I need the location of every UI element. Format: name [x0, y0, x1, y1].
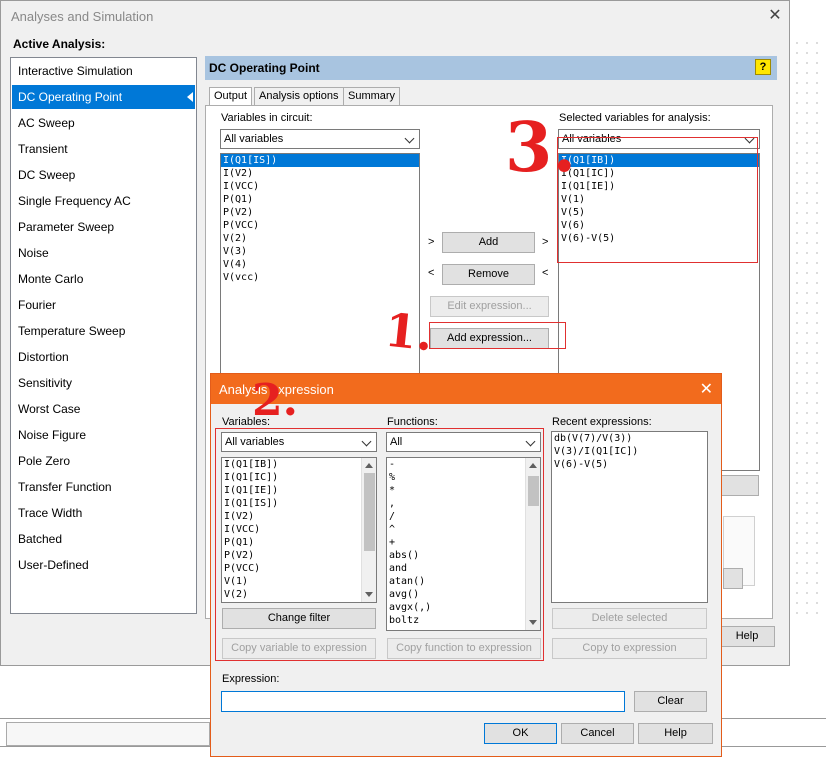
variable-item[interactable]: I(V2)	[221, 167, 419, 180]
help-icon[interactable]: ?	[755, 59, 771, 75]
nav-item-dc-operating-point[interactable]: DC Operating Point	[12, 85, 195, 109]
recent-expressions-listbox[interactable]: db(V(7)/V(3)) V(3)/I(Q1[IC]) V(6)-V(5)	[551, 431, 708, 603]
tab-summary[interactable]: Summary	[343, 87, 401, 106]
nav-item-ac-sweep[interactable]: AC Sweep	[12, 111, 195, 135]
variable-item[interactable]: V(4)	[221, 258, 419, 271]
recent-expression-item[interactable]: V(6)-V(5)	[552, 458, 707, 471]
nav-item-distortion[interactable]: Distortion	[12, 345, 195, 369]
close-icon[interactable]: ✕	[765, 5, 785, 25]
arrow-left-icon: <	[428, 267, 435, 279]
nav-item-worst-case[interactable]: Worst Case	[12, 397, 195, 421]
annotation-mark-1: 1.	[382, 302, 436, 362]
nav-item-transfer-function[interactable]: Transfer Function	[12, 475, 195, 499]
nav-item-parameter-sweep[interactable]: Parameter Sweep	[12, 215, 195, 239]
nav-item-pole-zero[interactable]: Pole Zero	[12, 449, 195, 473]
arrow-right-icon: >	[428, 236, 435, 248]
nav-item-batched[interactable]: Batched	[12, 527, 195, 551]
clear-button[interactable]: Clear	[634, 691, 707, 712]
dialog-title: Analyses and Simulation	[11, 9, 154, 24]
annotation-mark-2: 2.	[252, 375, 298, 426]
edit-expression-button[interactable]: Edit expression...	[430, 296, 549, 317]
analysis-list: Interactive Simulation DC Operating Point…	[10, 57, 197, 614]
variable-item[interactable]: I(Q1[IS])	[221, 154, 419, 167]
recent-expressions-label: Recent expressions:	[552, 416, 652, 428]
nav-item-dc-sweep[interactable]: DC Sweep	[12, 163, 195, 187]
nav-item-noise-figure[interactable]: Noise Figure	[12, 423, 195, 447]
arrow-right-icon: >	[542, 236, 549, 248]
nav-item-temperature-sweep[interactable]: Temperature Sweep	[12, 319, 195, 343]
copy-to-expression-button[interactable]: Copy to expression	[552, 638, 707, 659]
recent-expression-item[interactable]: db(V(7)/V(3))	[552, 432, 707, 445]
remove-button[interactable]: Remove	[442, 264, 535, 285]
annotation-box-2	[215, 428, 544, 661]
delete-selected-button[interactable]: Delete selected	[552, 608, 707, 629]
variables-label: Variables in circuit:	[221, 112, 313, 124]
tab-output[interactable]: Output	[209, 87, 253, 107]
expression-label: Expression:	[222, 673, 280, 685]
tab-analysis-options[interactable]: Analysis options	[254, 87, 344, 106]
nav-item-trace-width[interactable]: Trace Width	[12, 501, 195, 525]
expression-input[interactable]	[221, 691, 625, 712]
nav-item-sensitivity[interactable]: Sensitivity	[12, 371, 195, 395]
panel-header: DC Operating Point ?	[205, 56, 777, 80]
variable-item[interactable]: V(2)	[221, 232, 419, 245]
schematic-grid	[792, 38, 826, 618]
selected-vars-label: Selected variables for analysis:	[559, 112, 711, 124]
recent-expression-item[interactable]: V(3)/I(Q1[IC])	[552, 445, 707, 458]
nav-item-fourier[interactable]: Fourier	[12, 293, 195, 317]
nav-item-user-defined[interactable]: User-Defined	[12, 553, 195, 577]
nav-item-noise[interactable]: Noise	[12, 241, 195, 265]
variable-item[interactable]: I(VCC)	[221, 180, 419, 193]
variable-item[interactable]: P(Q1)	[221, 193, 419, 206]
arrow-left-icon: <	[542, 267, 549, 279]
help-button[interactable]: Help	[719, 626, 775, 647]
annotation-box-3	[557, 137, 758, 263]
variable-item[interactable]: P(VCC)	[221, 219, 419, 232]
bottom-panel	[6, 722, 210, 746]
add-button[interactable]: Add	[442, 232, 535, 253]
variable-item[interactable]: V(3)	[221, 245, 419, 258]
panel-title: DC Operating Point	[209, 61, 320, 75]
ok-button[interactable]: OK	[484, 723, 557, 744]
partial-button[interactable]	[723, 568, 743, 589]
nav-item-interactive-simulation[interactable]: Interactive Simulation	[12, 59, 195, 83]
functions-label: Functions:	[387, 416, 438, 428]
close-icon[interactable]: ✕	[700, 379, 713, 399]
partial-button[interactable]	[721, 475, 759, 496]
annotation-box-1	[429, 322, 566, 349]
annotation-mark-3: 3.	[505, 108, 576, 188]
active-analysis-label: Active Analysis:	[13, 37, 106, 51]
nav-item-single-frequency-ac[interactable]: Single Frequency AC	[12, 189, 195, 213]
help-button[interactable]: Help	[638, 723, 713, 744]
variable-item[interactable]: P(V2)	[221, 206, 419, 219]
nav-item-monte-carlo[interactable]: Monte Carlo	[12, 267, 195, 291]
variables-filter-select[interactable]: All variables	[220, 129, 420, 149]
nav-item-transient[interactable]: Transient	[12, 137, 195, 161]
variable-item[interactable]: V(vcc)	[221, 271, 419, 284]
cancel-button[interactable]: Cancel	[561, 723, 634, 744]
